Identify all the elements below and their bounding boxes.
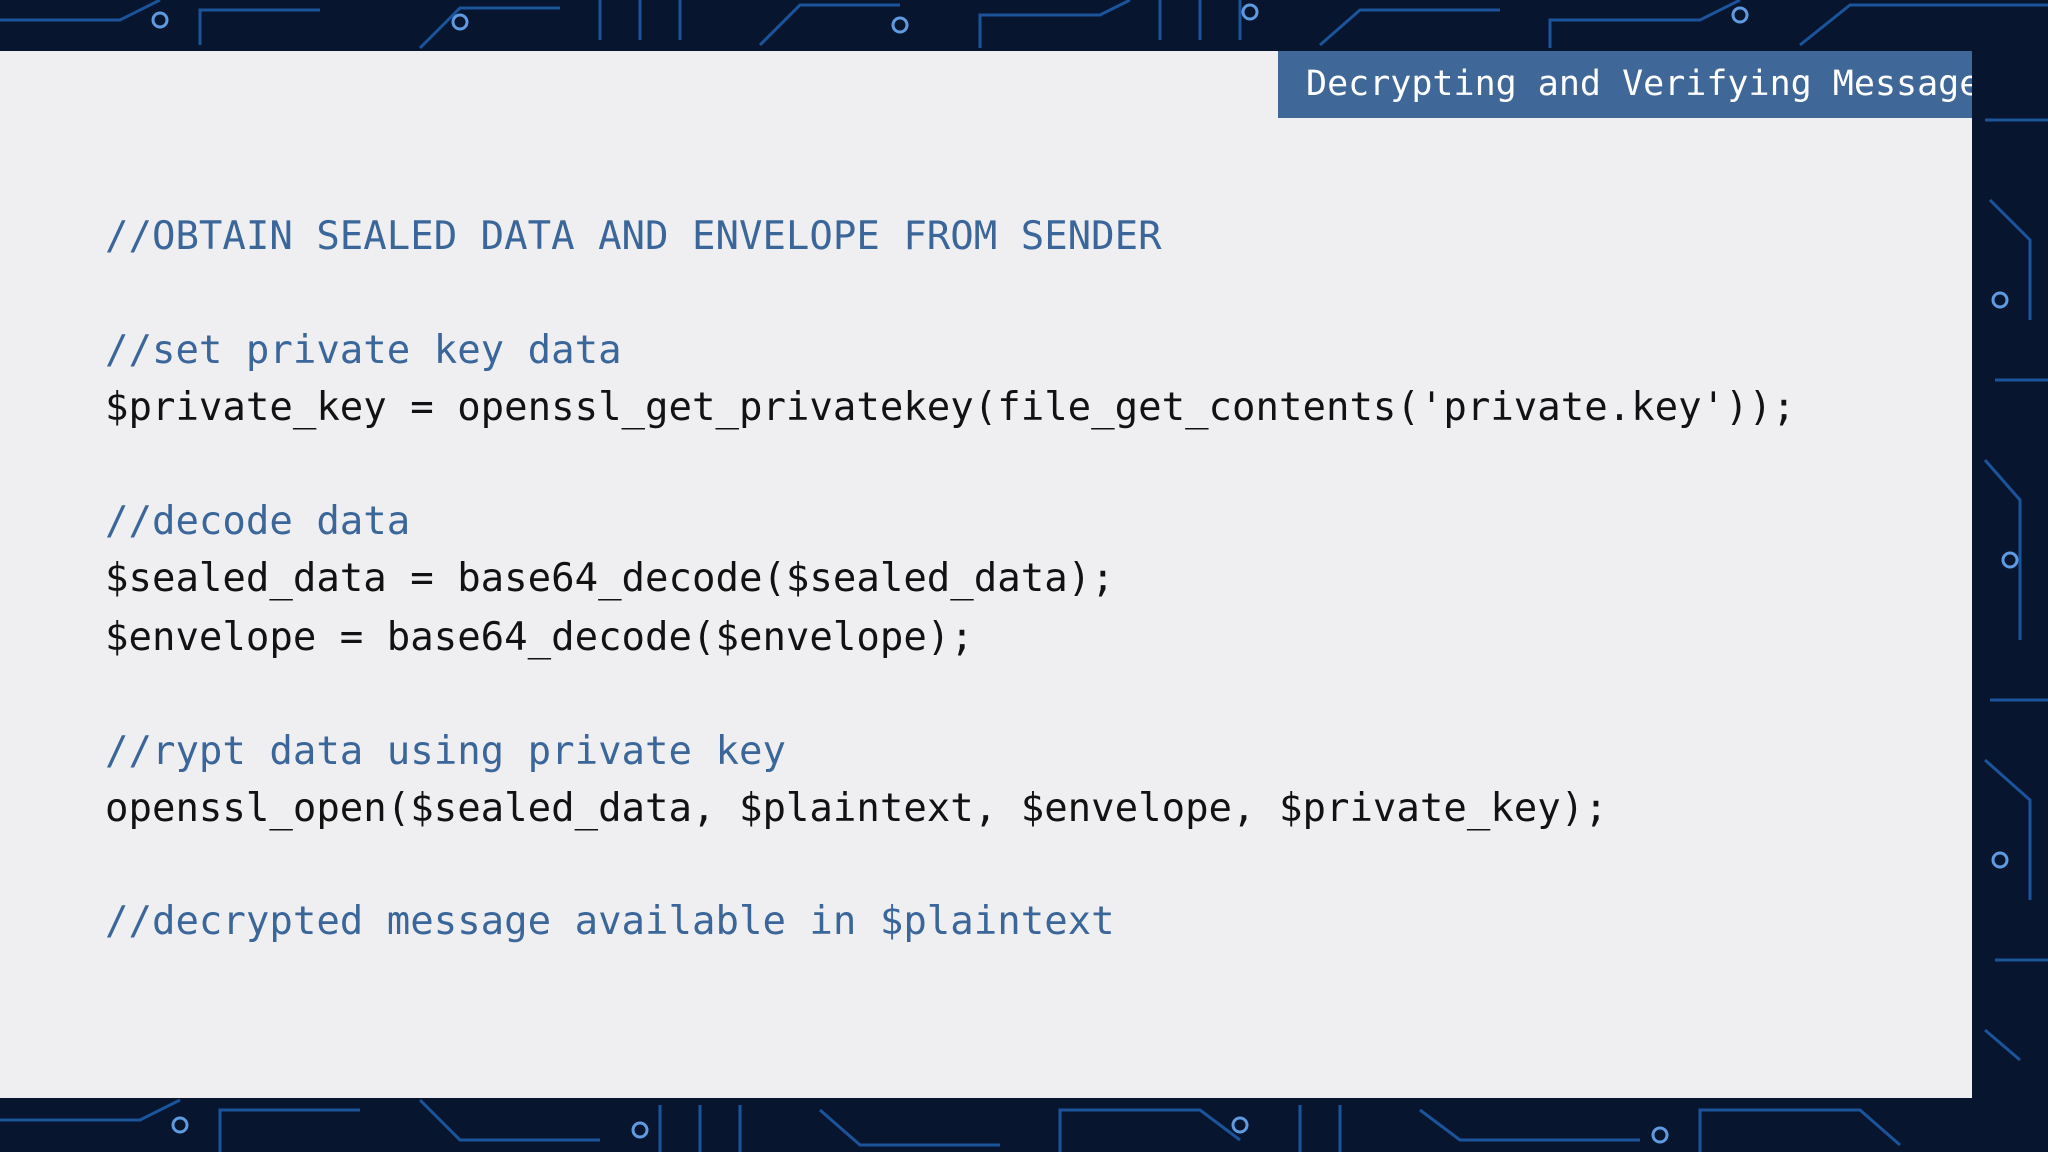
- code-comment-line: //OBTAIN SEALED DATA AND ENVELOPE FROM S…: [105, 214, 1162, 259]
- code-comment-line: //decode data: [105, 499, 411, 544]
- code-line: $private_key = openssl_get_privatekey(fi…: [105, 385, 1796, 430]
- slide-title: Decrypting and Verifying Message: [1278, 51, 1972, 118]
- code-comment-line: //rypt data using private key: [105, 729, 786, 774]
- code-comment-line: //decrypted message available in $plaint…: [105, 899, 1115, 944]
- code-line: $sealed_data = base64_decode($sealed_dat…: [105, 556, 1115, 601]
- code-comment-line: //set private key data: [105, 328, 622, 373]
- code-line: openssl_open($sealed_data, $plaintext, $…: [105, 786, 1608, 831]
- code-line: $envelope = base64_decode($envelope);: [105, 615, 974, 660]
